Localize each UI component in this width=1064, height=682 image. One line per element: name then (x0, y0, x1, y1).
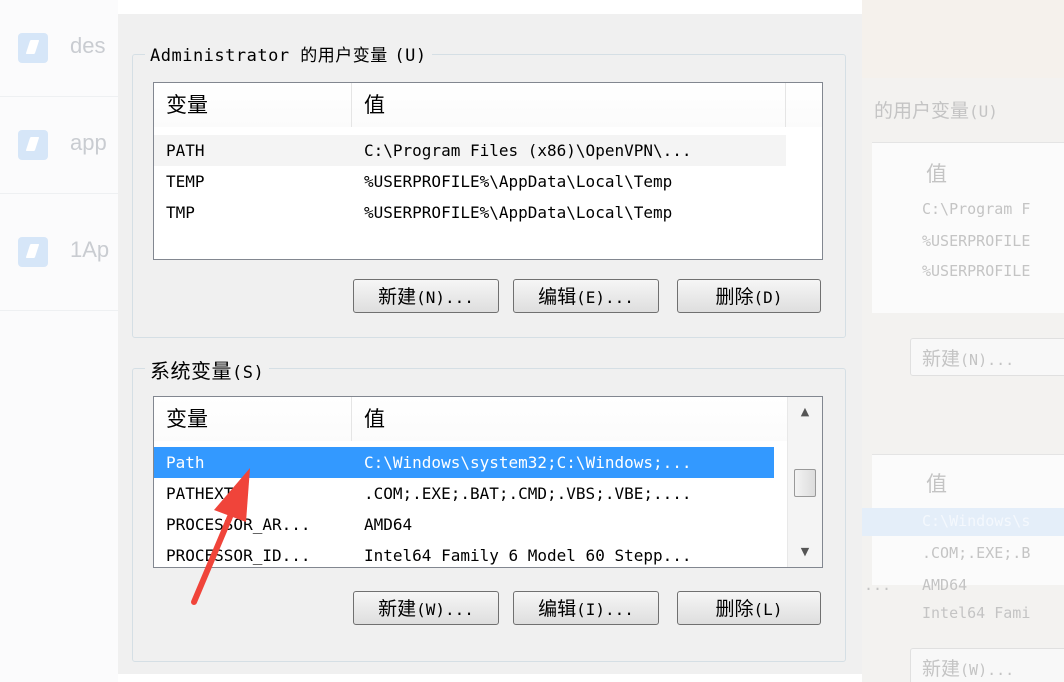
annotation-arrow-head (214, 468, 250, 522)
annotation-arrow-shaft (191, 509, 235, 605)
annotation-arrow-icon (191, 468, 250, 605)
